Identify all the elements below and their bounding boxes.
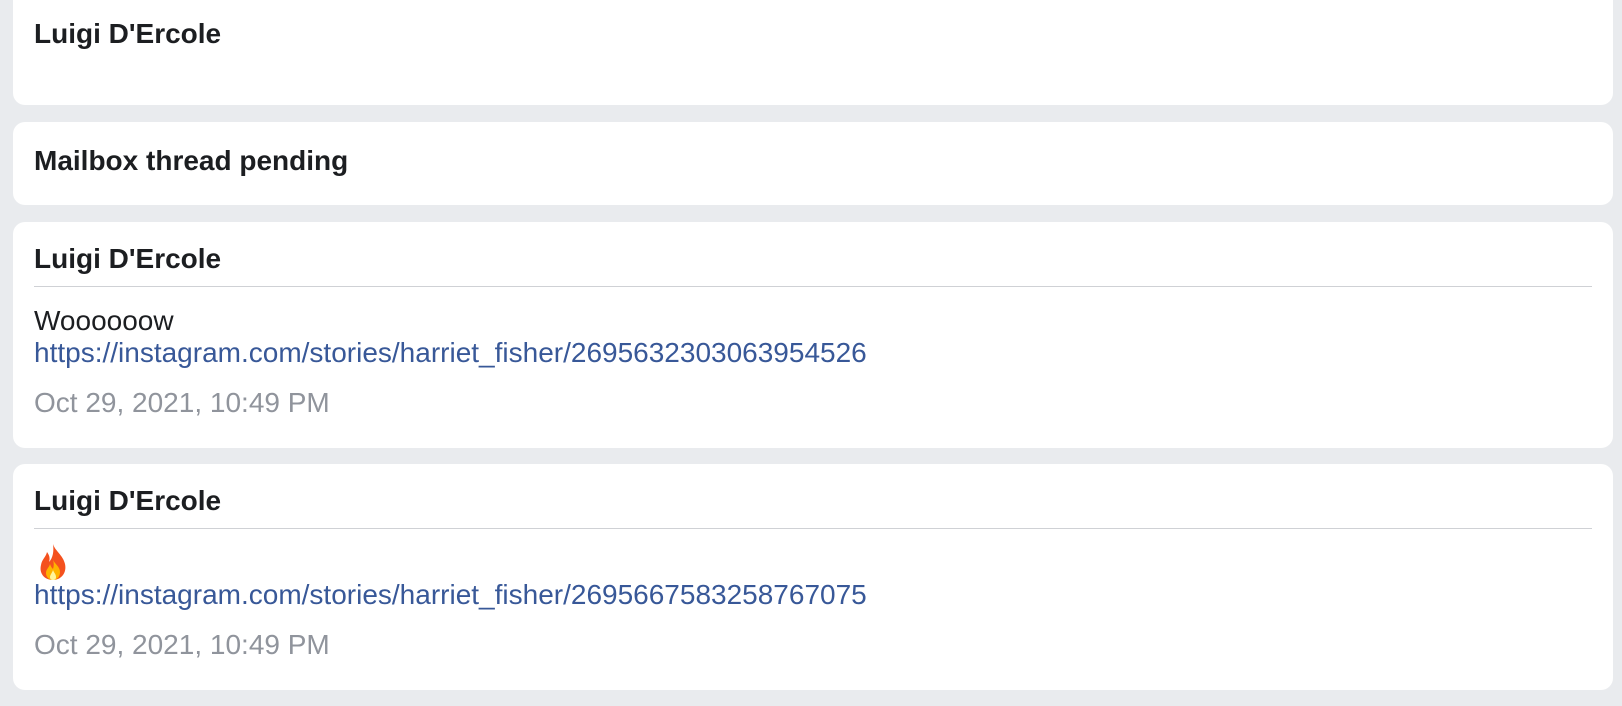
message-link[interactable]: https://instagram.com/stories/harriet_fi… xyxy=(34,578,867,612)
message-link[interactable]: https://instagram.com/stories/harriet_fi… xyxy=(34,336,867,370)
sender-name: Luigi D'Ercole xyxy=(34,243,222,274)
divider xyxy=(34,528,1592,529)
message-card: Luigi D'Ercole https://instagram.com/sto… xyxy=(13,464,1613,690)
fire-icon xyxy=(34,542,72,582)
divider xyxy=(34,286,1592,287)
thread-header-card: Luigi D'Ercole xyxy=(13,0,1613,105)
status-card: Mailbox thread pending xyxy=(13,122,1613,205)
message-card: Luigi D'Ercole Woooooow https://instagra… xyxy=(13,222,1613,448)
message-timestamp: Oct 29, 2021, 10:49 PM xyxy=(34,387,330,418)
message-timestamp: Oct 29, 2021, 10:49 PM xyxy=(34,629,330,660)
status-text: Mailbox thread pending xyxy=(34,145,349,176)
sender-name: Luigi D'Ercole xyxy=(34,18,222,49)
sender-name: Luigi D'Ercole xyxy=(34,485,222,516)
message-text: Woooooow xyxy=(34,305,174,336)
